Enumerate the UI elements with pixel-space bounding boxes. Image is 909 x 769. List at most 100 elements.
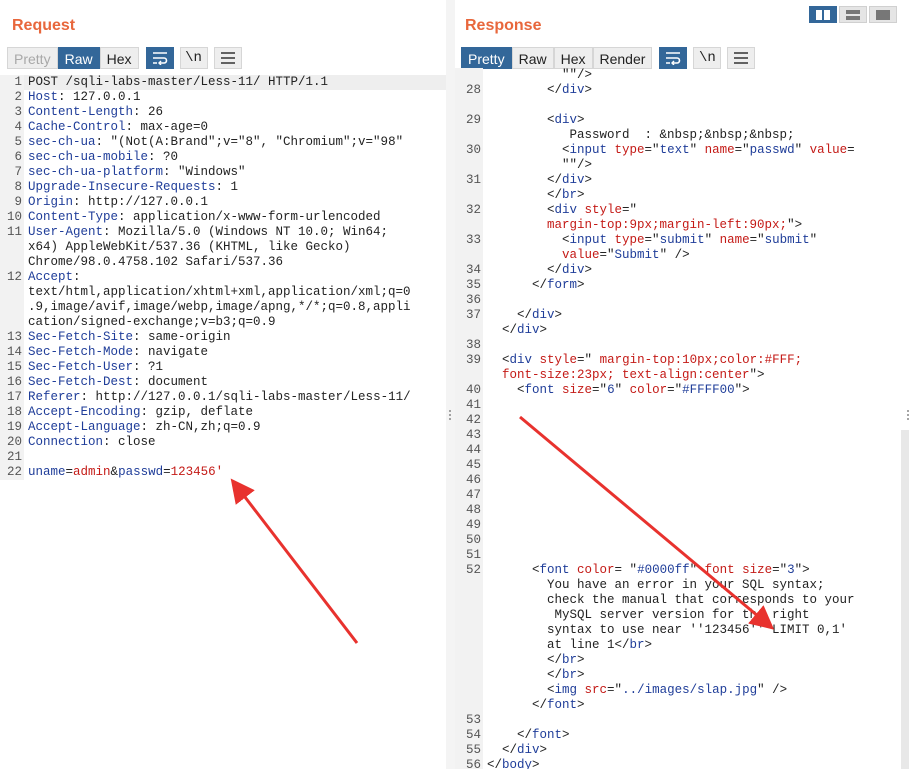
code-line[interactable]: 13 Sec-Fetch-Site: same-origin	[0, 330, 446, 345]
tab-render[interactable]: Render	[592, 47, 653, 69]
code-line[interactable]: You have an error in your SQL syntax;	[455, 578, 909, 593]
tab-hex[interactable]: Hex	[99, 47, 139, 69]
tab-raw[interactable]: Raw	[57, 47, 100, 69]
code-line[interactable]: 32 <div style="	[455, 203, 909, 218]
code-line[interactable]: 5 sec-ch-ua: "(Not(A:Brand";v="8", "Chrom…	[0, 135, 446, 150]
vertical-scrollbar[interactable]	[901, 430, 909, 769]
code-line[interactable]: Chrome/98.0.4758.102 Safari/537.36	[0, 255, 446, 270]
code-line[interactable]: 17 Referer: http://127.0.0.1/sqli-labs-ma…	[0, 390, 446, 405]
code-line[interactable]: 56 </body>	[455, 758, 909, 769]
split-horizontal-icon[interactable]	[809, 6, 837, 23]
code-line[interactable]: <img src="../images/slap.jpg" />	[455, 683, 909, 698]
line-number: 7	[0, 165, 24, 180]
tab-raw[interactable]: Raw	[511, 47, 554, 69]
code-line[interactable]: 31 </div>	[455, 173, 909, 188]
code-line[interactable]: 6 sec-ch-ua-mobile: ?0	[0, 150, 446, 165]
code-line[interactable]: 15 Sec-Fetch-User: ?1	[0, 360, 446, 375]
code-line[interactable]: x64) AppleWebKit/537.36 (KHTML, like Gec…	[0, 240, 446, 255]
newline-icon[interactable]: \n	[693, 47, 722, 69]
code-line[interactable]: 42	[455, 413, 909, 428]
code-line[interactable]: 51	[455, 548, 909, 563]
code-line[interactable]: 53	[455, 713, 909, 728]
line-number: 12	[0, 270, 24, 285]
code-line[interactable]: 21	[0, 450, 446, 465]
code-line[interactable]: 3 Content-Length: 26	[0, 105, 446, 120]
code-line[interactable]: 2 Host: 127.0.0.1	[0, 90, 446, 105]
code-line[interactable]: 30 <input type="text" name="passwd" valu…	[455, 143, 909, 158]
code-line[interactable]: 38	[455, 338, 909, 353]
code-line[interactable]: 41	[455, 398, 909, 413]
line-number	[455, 98, 483, 113]
code-line[interactable]: margin-top:9px;margin-left:90px;">	[455, 218, 909, 233]
code-line[interactable]: ""/>	[455, 158, 909, 173]
code-line[interactable]: value="Submit" />	[455, 248, 909, 263]
menu-icon[interactable]	[727, 47, 756, 69]
request-editor[interactable]: 1 POST /sqli-labs-master/Less-11/ HTTP/1.…	[0, 75, 446, 769]
code-line[interactable]: 8 Upgrade-Insecure-Requests: 1	[0, 180, 446, 195]
code-line[interactable]: 44	[455, 443, 909, 458]
code-line[interactable]: 22 uname=admin&passwd=123456'	[0, 465, 446, 480]
newline-icon[interactable]: \n	[179, 47, 208, 69]
code-line[interactable]: 9 Origin: http://127.0.0.1	[0, 195, 446, 210]
code-line[interactable]: </br>	[455, 668, 909, 683]
code-line[interactable]: 46	[455, 473, 909, 488]
code-line[interactable]: 40 <font size="6" color="#FFFF00">	[455, 383, 909, 398]
response-editor[interactable]: ""/> 28 </div> 29 <div> Password : &nbsp;&…	[455, 68, 909, 769]
line-text: <img src="../images/slap.jpg" />	[487, 683, 788, 697]
code-line[interactable]: 29 <div>	[455, 113, 909, 128]
code-line[interactable]: 55 </div>	[455, 743, 909, 758]
split-vertical-icon[interactable]	[839, 6, 867, 23]
code-line[interactable]: 54 </font>	[455, 728, 909, 743]
code-line[interactable]: 10 Content-Type: application/x-www-form-u…	[0, 210, 446, 225]
tab-pretty[interactable]: Pretty	[461, 47, 512, 69]
code-line[interactable]: 37 </div>	[455, 308, 909, 323]
code-line[interactable]: </br>	[455, 653, 909, 668]
panel-divider[interactable]	[446, 0, 455, 769]
code-line[interactable]: .9,image/avif,image/webp,image/apng,*/*;…	[0, 300, 446, 315]
code-line[interactable]: ""/>	[455, 68, 909, 83]
code-line[interactable]: </font>	[455, 698, 909, 713]
line-text: Sec-Fetch-User: ?1	[28, 360, 164, 374]
code-line[interactable]: 7 sec-ch-ua-platform: "Windows"	[0, 165, 446, 180]
code-line[interactable]: font-size:23px; text-align:center">	[455, 368, 909, 383]
code-line[interactable]: </br>	[455, 188, 909, 203]
code-line[interactable]: check the manual that corresponds to you…	[455, 593, 909, 608]
code-line[interactable]: 20 Connection: close	[0, 435, 446, 450]
code-line[interactable]: 49	[455, 518, 909, 533]
code-line[interactable]	[455, 98, 909, 113]
menu-icon[interactable]	[213, 47, 242, 69]
code-line[interactable]: 39 <div style=" margin-top:10px;color:#F…	[455, 353, 909, 368]
code-line[interactable]: 12 Accept:	[0, 270, 446, 285]
code-line[interactable]: 36	[455, 293, 909, 308]
code-line[interactable]: 45	[455, 458, 909, 473]
code-line[interactable]: 4 Cache-Control: max-age=0	[0, 120, 446, 135]
line-text	[483, 458, 909, 473]
code-line[interactable]: 11 User-Agent: Mozilla/5.0 (Windows NT 10…	[0, 225, 446, 240]
code-line[interactable]: 52 <font color= "#0000ff" font size="3">	[455, 563, 909, 578]
code-line[interactable]: 43	[455, 428, 909, 443]
code-line[interactable]: 33 <input type="submit" name="submit"	[455, 233, 909, 248]
code-line[interactable]: 47	[455, 488, 909, 503]
code-line[interactable]: at line 1</br>	[455, 638, 909, 653]
code-line[interactable]: cation/signed-exchange;v=b3;q=0.9	[0, 315, 446, 330]
single-view-icon[interactable]	[869, 6, 897, 23]
code-line[interactable]: syntax to use near ''123456'' LIMIT 0,1'	[455, 623, 909, 638]
code-line[interactable]: 34 </div>	[455, 263, 909, 278]
code-line[interactable]: 18 Accept-Encoding: gzip, deflate	[0, 405, 446, 420]
code-line[interactable]: 1 POST /sqli-labs-master/Less-11/ HTTP/1.…	[0, 75, 446, 90]
code-line[interactable]: 16 Sec-Fetch-Dest: document	[0, 375, 446, 390]
code-line[interactable]: 50	[455, 533, 909, 548]
code-line[interactable]: Password : &nbsp;&nbsp;&nbsp;	[455, 128, 909, 143]
code-line[interactable]: text/html,application/xhtml+xml,applicat…	[0, 285, 446, 300]
code-line[interactable]: 14 Sec-Fetch-Mode: navigate	[0, 345, 446, 360]
tab-hex[interactable]: Hex	[553, 47, 593, 69]
tab-pretty[interactable]: Pretty	[7, 47, 58, 69]
wrap-lines-icon[interactable]	[145, 47, 174, 69]
wrap-lines-icon[interactable]	[659, 47, 688, 69]
code-line[interactable]: 35 </form>	[455, 278, 909, 293]
code-line[interactable]: 19 Accept-Language: zh-CN,zh;q=0.9	[0, 420, 446, 435]
code-line[interactable]: </div>	[455, 323, 909, 338]
code-line[interactable]: 48	[455, 503, 909, 518]
code-line[interactable]: 28 </div>	[455, 83, 909, 98]
code-line[interactable]: MySQL server version for the right	[455, 608, 909, 623]
